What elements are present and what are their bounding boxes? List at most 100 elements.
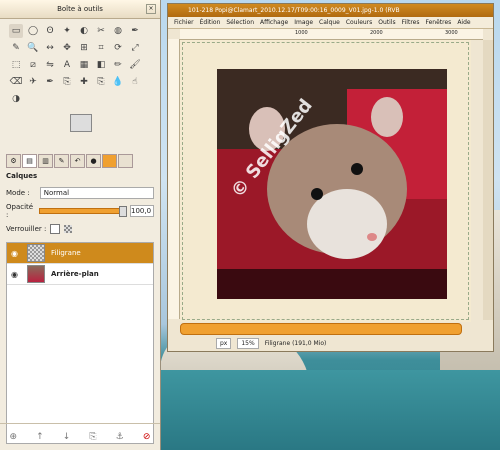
status-text: Filigrane (191,0 Mio) — [264, 339, 327, 347]
lower-layer-icon[interactable]: ↓ — [63, 432, 71, 442]
tab-channels[interactable]: ▥ — [38, 154, 53, 168]
image-window: 101-218 Popi@Clamart_2010.12.17/T09:00:1… — [167, 3, 494, 352]
tab-brushes[interactable]: ● — [86, 154, 101, 168]
blur-icon[interactable]: 💧 — [111, 75, 125, 89]
tool-grid: ▭ ◯ ʘ ✦ ◐ ✂ ◍ ✒ ✎ 🔍 ↔ ✥ ⊞ ⌗ ⟳ ⤢ ⬚ ⧄ ⇋ A ▦ ◧ ✏ 🖌 ⌫ ✈ ✒ ⎘ ✚ ⎘ 💧 ☝ ◑ — [0, 19, 160, 108]
panel-label: Calques — [6, 172, 38, 180]
menu-item[interactable]: Calque — [319, 17, 340, 28]
menu-item[interactable]: Couleurs — [346, 17, 372, 28]
heal-icon[interactable]: ✚ — [77, 75, 91, 89]
ruler-tick: 1000 — [295, 30, 308, 36]
horizontal-ruler: 1000 2000 3000 — [180, 29, 483, 40]
eye-icon[interactable]: ◉ — [11, 249, 21, 258]
vertical-scrollbar[interactable] — [483, 40, 493, 320]
ruler-tick: 2000 — [370, 30, 383, 36]
menu-item[interactable]: Image — [294, 17, 313, 28]
toolbox-window: Boîte à outils × ▭ ◯ ʘ ✦ ◐ ✂ ◍ ✒ ✎ 🔍 ↔ ✥ ⊞ ⌗ ⟳ ⤢ ⬚ ⧄ ⇋ A ▦ ◧ ✏… — [0, 0, 161, 450]
menu-item[interactable]: Outils — [378, 17, 395, 28]
perspective-clone-icon[interactable]: ⎘ — [94, 75, 108, 89]
flip-icon[interactable]: ⇋ — [43, 58, 57, 72]
airbrush-icon[interactable]: ✈ — [26, 75, 40, 89]
layer-thumbnail — [27, 265, 45, 283]
layer-name[interactable]: Arrière-plan — [51, 270, 99, 278]
menu-item[interactable]: Affichage — [260, 17, 288, 28]
image-title-bar: 101-218 Popi@Clamart_2010.12.17/T09:00:1… — [168, 4, 493, 17]
toolbox-title: Boîte à outils — [57, 5, 103, 13]
move-icon[interactable]: ✥ — [60, 41, 74, 55]
mode-label: Mode : — [6, 189, 30, 197]
mode-row: Mode : Normal — [0, 184, 160, 202]
foreground-color[interactable] — [70, 114, 92, 132]
opacity-slider-handle[interactable] — [119, 206, 127, 217]
opacity-value[interactable]: 100,0 — [130, 205, 154, 217]
menu-item[interactable]: Filtres — [402, 17, 420, 28]
color-picker-icon[interactable]: ✎ — [9, 41, 23, 55]
menu-item[interactable]: Édition — [200, 17, 221, 28]
color-swatches[interactable] — [62, 112, 160, 148]
scissors-icon[interactable]: ✂ — [94, 24, 108, 38]
tab-patterns[interactable] — [102, 154, 117, 168]
paths-icon[interactable]: ✒ — [128, 24, 142, 38]
menu-item[interactable]: Fichier — [174, 17, 194, 28]
image-canvas[interactable]: © SelligZed — [217, 69, 447, 299]
anchor-layer-icon[interactable]: ⚓ — [116, 432, 124, 442]
tab-tool-options[interactable]: ⚙ — [6, 154, 21, 168]
layer-thumbnail — [27, 244, 45, 262]
duplicate-layer-icon[interactable]: ⎘ — [89, 432, 96, 442]
crop-icon[interactable]: ⌗ — [94, 41, 108, 55]
horizontal-scrollbar[interactable] — [180, 323, 462, 335]
lasso-icon[interactable]: ʘ — [43, 24, 57, 38]
tab-layers[interactable]: ▤ — [22, 154, 37, 168]
eye-icon[interactable]: ◉ — [11, 270, 21, 279]
rotate-icon[interactable]: ⟳ — [111, 41, 125, 55]
opacity-label: Opacité : — [6, 203, 34, 219]
layer-row[interactable]: ◉ Filigrane — [7, 243, 153, 264]
eraser-icon[interactable]: ⌫ — [9, 75, 23, 89]
menu-item[interactable]: Fenêtres — [425, 17, 451, 28]
opacity-row: Opacité : 100,0 — [0, 202, 160, 220]
ruler-tick: 3000 — [445, 30, 458, 36]
dodge-icon[interactable]: ◑ — [9, 92, 23, 106]
tab-undo[interactable]: ↶ — [70, 154, 85, 168]
align-icon[interactable]: ⊞ — [77, 41, 91, 55]
perspective-icon[interactable]: ⧄ — [26, 58, 40, 72]
dock-tabs: ⚙ ▤ ▥ ✎ ↶ ● — [0, 154, 160, 168]
paintbrush-icon[interactable]: 🖌 — [128, 58, 142, 72]
scale-icon[interactable]: ⤢ — [128, 41, 142, 55]
foreground-select-icon[interactable]: ◍ — [111, 24, 125, 38]
ink-icon[interactable]: ✒ — [43, 75, 57, 89]
new-layer-icon[interactable]: ⊕ — [10, 432, 18, 442]
tab-gradients[interactable] — [118, 154, 133, 168]
lock-pixels-checkbox[interactable] — [50, 224, 61, 234]
blend-icon[interactable]: ◧ — [94, 58, 108, 72]
canvas-area[interactable]: © SelligZed — [180, 40, 471, 322]
menu-item[interactable]: Aide — [457, 17, 470, 28]
tab-paths[interactable]: ✎ — [54, 154, 69, 168]
clone-icon[interactable]: ⎘ — [60, 75, 74, 89]
text-icon[interactable]: A — [60, 58, 74, 72]
measure-icon[interactable]: ↔ — [43, 41, 57, 55]
raise-layer-icon[interactable]: ↑ — [36, 432, 44, 442]
zoom-icon[interactable]: 🔍 — [26, 41, 40, 55]
menu-item[interactable]: Sélection — [226, 17, 254, 28]
layers-button-bar: ⊕ ↑ ↓ ⎘ ⚓ ⊘ — [0, 423, 160, 450]
color-select-icon[interactable]: ◐ — [77, 24, 91, 38]
zoom-select[interactable]: 15% — [237, 337, 259, 349]
smudge-icon[interactable]: ☝ — [128, 75, 142, 89]
wand-icon[interactable]: ✦ — [60, 24, 74, 38]
vertical-ruler — [168, 39, 180, 319]
layer-name[interactable]: Filigrane — [51, 249, 81, 257]
bucket-fill-icon[interactable]: ▦ — [77, 58, 91, 72]
opacity-slider[interactable] — [39, 206, 127, 217]
close-icon[interactable]: × — [146, 4, 156, 14]
pencil-icon[interactable]: ✏ — [111, 58, 125, 72]
lock-alpha-icon[interactable] — [64, 225, 73, 233]
mode-select[interactable]: Normal — [39, 187, 154, 199]
delete-layer-icon[interactable]: ⊘ — [143, 432, 151, 442]
layer-row[interactable]: ◉ Arrière-plan — [7, 264, 153, 285]
ellipse-select-icon[interactable]: ◯ — [26, 24, 40, 38]
shear-icon[interactable]: ⬚ — [9, 58, 23, 72]
unit-select[interactable]: px — [216, 337, 232, 349]
toolbox-title-bar: Boîte à outils × — [0, 0, 160, 19]
rect-select-icon[interactable]: ▭ — [9, 24, 23, 38]
